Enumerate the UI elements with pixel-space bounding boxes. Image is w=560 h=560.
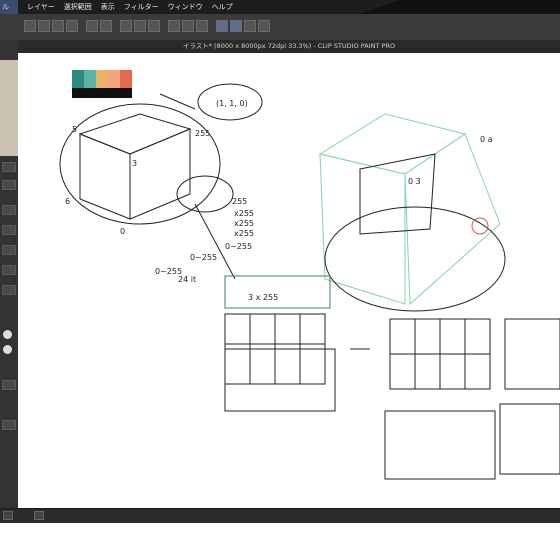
label-coord: (1, 1, 0) <box>216 99 248 108</box>
menu-selection[interactable]: 選択範囲 <box>64 2 92 12</box>
left-cube-side <box>129 128 191 220</box>
label-rgb-2: x255 <box>234 219 254 228</box>
cube-label-0: 0 <box>120 227 125 236</box>
panel-button[interactable] <box>2 245 16 255</box>
grid-snap-icon[interactable] <box>244 20 256 32</box>
label-range-2: 0~255 <box>190 253 217 262</box>
label-range-3: 0~255 <box>225 242 252 251</box>
menu-view[interactable]: 表示 <box>101 2 115 12</box>
panel-button[interactable] <box>2 162 16 172</box>
cube-label-6: 6 <box>65 197 70 206</box>
document-title: イラスト* (8000 x 8000px 72dpi 33.3%) - CLIP… <box>18 40 560 53</box>
cube-label-5: 5 <box>72 125 77 134</box>
undo-icon[interactable] <box>86 20 98 32</box>
menu-help[interactable]: ヘルプ <box>212 2 233 12</box>
green-grid <box>224 275 331 309</box>
menu-window[interactable]: ウィンドウ <box>168 2 203 12</box>
panel-button[interactable] <box>2 380 16 390</box>
left-dock <box>0 40 18 510</box>
right-cube-side <box>404 133 501 306</box>
label-mid: 3 x 255 <box>248 293 278 302</box>
save-icon[interactable] <box>52 20 64 32</box>
menu-left-fragment[interactable]: ル <box>0 0 18 14</box>
clear-icon[interactable] <box>120 20 132 32</box>
swatch-2 <box>84 70 96 88</box>
left-cube-top <box>78 113 192 155</box>
special-ruler-icon[interactable] <box>230 20 242 32</box>
panel-button[interactable] <box>2 265 16 275</box>
label-bit: 24 it <box>178 275 196 284</box>
value-ellipse <box>176 175 234 213</box>
menu-layer[interactable]: レイヤー <box>27 2 55 12</box>
label-right-a: 0 a <box>480 135 493 144</box>
command-bar <box>0 14 560 41</box>
grid-right-2 <box>504 318 560 390</box>
open-icon[interactable] <box>38 20 50 32</box>
label-right-b: 0 3 <box>408 177 421 186</box>
swatch-5 <box>120 70 132 88</box>
status-icon[interactable] <box>3 511 13 520</box>
menu-filter[interactable]: フィルター <box>124 2 159 12</box>
redo-icon[interactable] <box>100 20 112 32</box>
status-bar <box>0 508 560 523</box>
invert-icon[interactable] <box>196 20 208 32</box>
swatch-3 <box>96 70 108 88</box>
panel-button[interactable] <box>2 205 16 215</box>
swatch-1 <box>72 70 84 88</box>
navigator-icon[interactable] <box>34 511 44 520</box>
cube-label-3: 3 <box>132 159 137 168</box>
brush-size-dot[interactable] <box>3 330 12 339</box>
right-cube-front <box>319 153 406 305</box>
right-ellipse <box>324 206 506 312</box>
swatch-4 <box>108 70 120 88</box>
left-cube-front <box>79 133 131 220</box>
perspective-icon[interactable] <box>258 20 270 32</box>
panel-button[interactable] <box>2 225 16 235</box>
panel-button[interactable] <box>2 420 16 430</box>
grid-right-4 <box>499 403 560 475</box>
deselect-icon[interactable] <box>168 20 180 32</box>
right-cube-top <box>318 113 467 175</box>
drawing-canvas[interactable]: (1, 1, 0) 255 255 x255 x255 x255 0~255 0… <box>20 54 560 494</box>
label-val-b: 255 <box>232 197 247 206</box>
crop-icon[interactable] <box>182 20 194 32</box>
brush-size-dot[interactable] <box>3 345 12 354</box>
export-icon[interactable] <box>66 20 78 32</box>
label-rgb-1: x255 <box>234 209 254 218</box>
ruler-snap-icon[interactable] <box>216 20 228 32</box>
fill-icon[interactable] <box>134 20 146 32</box>
label-val-a: 255 <box>195 129 210 138</box>
label-rgb-3: x255 <box>234 229 254 238</box>
sketch-layer: (1, 1, 0) 255 255 x255 x255 x255 0~255 0… <box>59 70 560 480</box>
red-marker <box>471 217 489 235</box>
panel-button[interactable] <box>2 180 16 190</box>
camera-overlay <box>0 60 18 156</box>
new-icon[interactable] <box>24 20 36 32</box>
grid-right-3 <box>384 410 496 480</box>
transform-icon[interactable] <box>148 20 160 32</box>
panel-button[interactable] <box>2 285 16 295</box>
grid-left-2 <box>224 348 336 412</box>
